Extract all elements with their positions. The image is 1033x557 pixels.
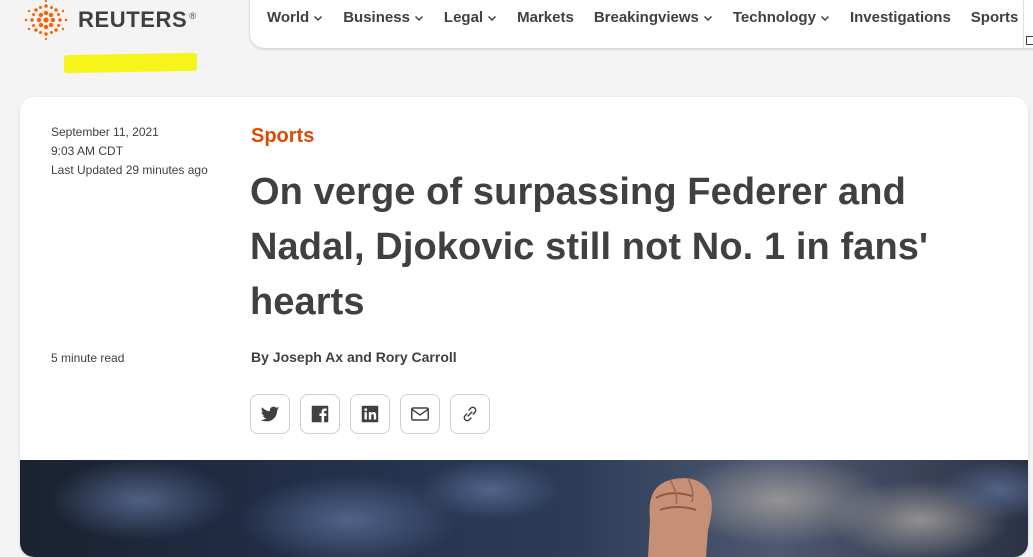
share-twitter-button[interactable] (250, 394, 290, 434)
reuters-logo[interactable]: REUTERS ® (22, 0, 197, 40)
article-headline: On verge of surpassing Federer and Nadal… (250, 171, 929, 323)
nav-item-world[interactable]: World (267, 9, 323, 26)
nav-label: Breakingviews (593, 9, 699, 26)
email-icon (411, 407, 429, 421)
nav-item-investigations[interactable]: Investigations (850, 9, 951, 26)
reuters-dots-icon (24, 0, 68, 40)
yellow-highlight-mark (64, 52, 197, 74)
article-meta: September 11, 2021 9:03 AM CDT Last Upda… (51, 123, 211, 180)
chevron-down-icon (488, 15, 497, 21)
nav-label: Business (343, 9, 410, 26)
nav-label: Markets (517, 9, 574, 26)
publish-date: September 11, 2021 (51, 125, 159, 139)
hero-image (20, 460, 1028, 557)
nav-items: World Business Legal Markets Breakingvie… (267, 9, 1033, 26)
nav-item-markets[interactable]: Markets (517, 9, 574, 26)
read-time: 5 minute read (51, 351, 125, 365)
nav-item-legal[interactable]: Legal (444, 9, 497, 26)
nav-label: World (267, 9, 310, 26)
publish-time: 9:03 AM CDT (51, 144, 124, 158)
nav-item-business[interactable]: Business (343, 9, 424, 26)
share-email-button[interactable] (400, 394, 440, 434)
nav-item-technology[interactable]: Technology (733, 9, 830, 26)
main-nav: World Business Legal Markets Breakingvie… (250, 0, 1033, 48)
nav-item-breakingviews[interactable]: Breakingviews (594, 9, 713, 26)
linkedin-icon (361, 405, 379, 423)
chevron-down-icon (314, 15, 323, 21)
brand-name: REUTERS ® (78, 7, 197, 32)
link-icon (463, 406, 477, 422)
nav-label: Investigations (849, 9, 951, 26)
hero-photo (20, 460, 1028, 557)
nav-label: Technology (732, 9, 816, 26)
share-buttons (250, 394, 492, 434)
chevron-down-icon (703, 15, 712, 21)
twitter-icon (260, 406, 280, 422)
share-facebook-button[interactable] (300, 394, 340, 434)
nav-label: Legal (443, 9, 484, 26)
chevron-down-icon (820, 15, 829, 21)
registered-mark: ® (189, 10, 197, 21)
article-card: September 11, 2021 9:03 AM CDT Last Upda… (20, 97, 1028, 557)
nav-label: Sports (970, 9, 1019, 26)
nav-overflow-edge[interactable] (1023, 0, 1033, 48)
section-link[interactable]: Sports (251, 125, 314, 148)
byline[interactable]: By Joseph Ax and Rory Carroll (251, 349, 457, 365)
share-linkedin-button[interactable] (350, 394, 390, 434)
chevron-down-icon (414, 15, 423, 21)
copy-link-button[interactable] (450, 394, 490, 434)
menu-square-icon (1026, 36, 1033, 45)
last-updated: Last Updated 29 minutes ago (51, 163, 208, 177)
facebook-icon (311, 405, 329, 423)
